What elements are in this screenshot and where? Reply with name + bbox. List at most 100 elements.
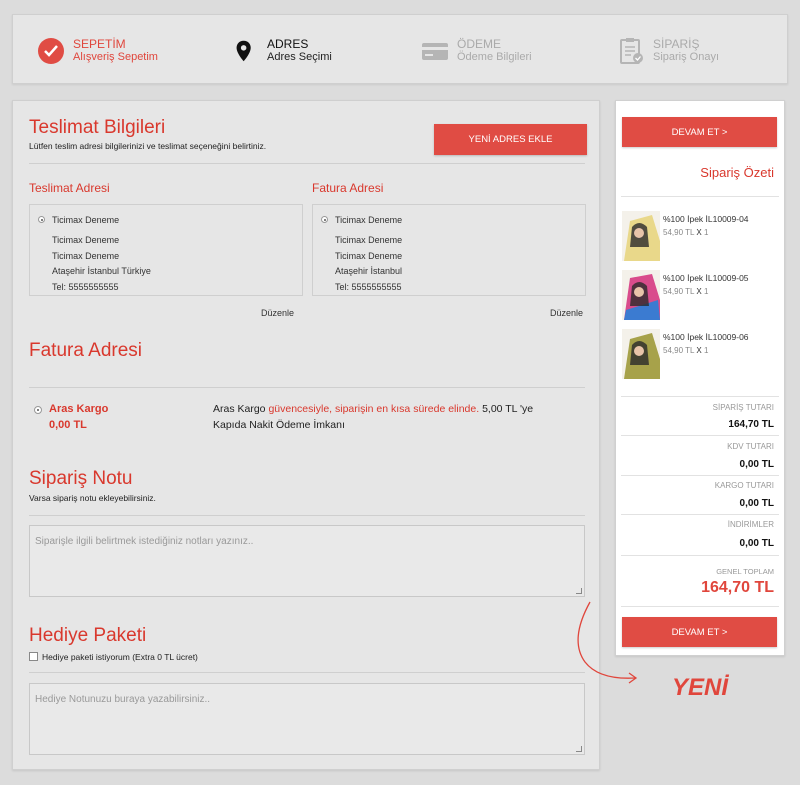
cargo-desc-price: 5,00 TL bbox=[482, 403, 518, 415]
address-phone: Tel: 5555555555 bbox=[52, 282, 119, 292]
product-image[interactable] bbox=[622, 270, 660, 320]
order-note-title: Sipariş Notu bbox=[29, 468, 133, 489]
address-line: Ticimax Deneme bbox=[52, 235, 120, 245]
order-total-value: 164,70 TL bbox=[728, 419, 774, 430]
gift-package-title: Hediye Paketi bbox=[29, 625, 147, 646]
cargo-name: Aras Kargo bbox=[49, 403, 109, 415]
address-line: Ataşehir İstanbul Türkiye bbox=[52, 266, 151, 276]
gift-checkbox-label[interactable]: Hediye paketi istiyorum (Extra 0 TL ücre… bbox=[42, 652, 198, 662]
step-title: ÖDEME bbox=[457, 37, 502, 51]
summary-product[interactable]: %100 İpek İL10009-06 54,90 TL X 1 bbox=[622, 329, 782, 381]
address-radio[interactable] bbox=[38, 216, 45, 223]
step-subtitle: Sipariş Onayı bbox=[653, 51, 720, 63]
cargo-description: Aras Kargo güvencesiyle, siparişin en kı… bbox=[213, 403, 533, 415]
address-phone: Tel: 5555555555 bbox=[335, 282, 402, 292]
order-note-textarea[interactable]: Siparişle ilgili belirtmek istediğiniz n… bbox=[29, 525, 585, 597]
step-title: SEPETİM bbox=[73, 37, 126, 51]
cargo-cod: Kapıda Nakit Ödeme İmkanı bbox=[213, 419, 345, 431]
billing-address-box[interactable]: Ticimax Deneme Ticimax Deneme Ticimax De… bbox=[312, 204, 586, 296]
product-name[interactable]: %100 İpek İL10009-05 bbox=[663, 273, 749, 283]
summary-product[interactable]: %100 İpek İL10009-04 54,90 TL X 1 bbox=[622, 211, 782, 263]
product-image[interactable] bbox=[622, 329, 660, 379]
order-summary-panel: DEVAM ET > Sipariş Özeti %100 İpek İL100… bbox=[615, 100, 785, 656]
qty-separator: X bbox=[696, 228, 702, 237]
address-line: Ticimax Deneme bbox=[52, 251, 120, 261]
product-price: 54,90 TL bbox=[663, 346, 695, 355]
address-name: Ticimax Deneme bbox=[335, 215, 403, 225]
product-qty: 1 bbox=[703, 228, 709, 237]
clipboard-check-icon bbox=[620, 38, 643, 64]
summary-product[interactable]: %100 İpek İL10009-05 54,90 TL X 1 bbox=[622, 270, 782, 322]
step-subtitle: Adres Seçimi bbox=[267, 51, 332, 63]
product-image[interactable] bbox=[622, 211, 660, 261]
product-price-qty: 54,90 TL X 1 bbox=[663, 287, 708, 296]
order-total-label: SİPARİŞ TUTARI bbox=[712, 403, 774, 412]
qty-separator: X bbox=[696, 346, 702, 355]
cargo-desc-brand: Aras Kargo bbox=[213, 403, 266, 415]
step-subtitle: Ödeme Bilgileri bbox=[457, 51, 532, 63]
new-annotation-label: YENİ bbox=[672, 674, 729, 701]
shipping-address-label: Teslimat Adresi bbox=[29, 181, 110, 195]
delivery-title: Teslimat Bilgileri bbox=[29, 117, 166, 138]
order-summary-title: Sipariş Özeti bbox=[700, 165, 774, 180]
address-name: Ticimax Deneme bbox=[52, 215, 120, 225]
grand-total-label: GENEL TOPLAM bbox=[716, 567, 774, 576]
product-price-qty: 54,90 TL X 1 bbox=[663, 228, 708, 237]
product-name[interactable]: %100 İpek İL10009-04 bbox=[663, 214, 749, 224]
discount-label: İNDİRİMLER bbox=[727, 520, 774, 529]
cargo-radio[interactable] bbox=[34, 406, 42, 414]
credit-card-icon bbox=[422, 43, 448, 60]
product-qty: 1 bbox=[703, 346, 709, 355]
cargo-desc-highlight: güvencesiyle, siparişin en kısa sürede e… bbox=[268, 403, 480, 415]
cargo-total-value: 0,00 TL bbox=[739, 498, 774, 509]
delivery-subtitle: Lütfen teslim adresi bilgilerinizi ve te… bbox=[29, 141, 267, 151]
edit-billing-link[interactable]: Düzenle bbox=[550, 308, 583, 318]
discount-value: 0,00 TL bbox=[739, 538, 774, 549]
order-note-subtitle: Varsa sipariş notu ekleyebilirsiniz. bbox=[29, 493, 156, 503]
edit-shipping-link[interactable]: Düzenle bbox=[261, 308, 294, 318]
shipping-address-box[interactable]: Ticimax Deneme Ticimax Deneme Ticimax De… bbox=[29, 204, 303, 296]
continue-button-top[interactable]: DEVAM ET > bbox=[622, 117, 777, 147]
cargo-total-label: KARGO TUTARI bbox=[714, 481, 774, 490]
cargo-section-title: Fatura Adresi bbox=[29, 340, 142, 361]
cargo-price: 0,00 TL bbox=[49, 419, 87, 431]
checkout-main-panel: Teslimat Bilgileri Lütfen teslim adresi … bbox=[12, 100, 600, 770]
gift-checkbox[interactable] bbox=[29, 652, 38, 661]
qty-separator: X bbox=[696, 287, 702, 296]
kdv-label: KDV TUTARI bbox=[727, 442, 774, 451]
gift-note-textarea[interactable]: Hediye Notunuzu buraya yazabilirsiniz.. bbox=[29, 683, 585, 755]
continue-button-bottom[interactable]: DEVAM ET > bbox=[622, 617, 777, 647]
divider bbox=[621, 555, 779, 556]
add-address-button[interactable]: YENİ ADRES EKLE bbox=[434, 124, 587, 155]
divider bbox=[29, 672, 585, 673]
billing-address-label: Fatura Adresi bbox=[312, 181, 384, 195]
product-name[interactable]: %100 İpek İL10009-06 bbox=[663, 332, 749, 342]
divider bbox=[29, 387, 585, 388]
address-radio[interactable] bbox=[321, 216, 328, 223]
divider bbox=[621, 435, 779, 436]
checkout-steps: SEPETİM Alışveriş Sepetim ADRES Adres Se… bbox=[12, 14, 788, 84]
step-title: SİPARİŞ bbox=[653, 37, 700, 51]
annotation-arrow-icon bbox=[577, 601, 638, 684]
product-qty: 1 bbox=[703, 287, 709, 296]
product-price: 54,90 TL bbox=[663, 228, 695, 237]
divider bbox=[621, 196, 779, 197]
gift-note-placeholder: Hediye Notunuzu buraya yazabilirsiniz.. bbox=[35, 694, 211, 705]
step-subtitle: Alışveriş Sepetim bbox=[73, 51, 158, 63]
resize-handle[interactable] bbox=[576, 746, 582, 752]
step-title: ADRES bbox=[267, 37, 309, 51]
resize-handle[interactable] bbox=[576, 588, 582, 594]
address-line: Ticimax Deneme bbox=[335, 235, 403, 245]
divider bbox=[621, 514, 779, 515]
divider bbox=[29, 515, 585, 516]
address-line: Ticimax Deneme bbox=[335, 251, 403, 261]
order-note-placeholder: Siparişle ilgili belirtmek istediğiniz n… bbox=[35, 536, 254, 547]
map-pin-icon bbox=[236, 40, 251, 62]
grand-total-value: 164,70 TL bbox=[701, 579, 774, 596]
address-line: Ataşehir İstanbul bbox=[335, 266, 403, 276]
kdv-value: 0,00 TL bbox=[739, 459, 774, 470]
cargo-desc-suffix: 'ye bbox=[520, 403, 534, 415]
check-circle-icon bbox=[38, 38, 64, 64]
product-price-qty: 54,90 TL X 1 bbox=[663, 346, 708, 355]
product-price: 54,90 TL bbox=[663, 287, 695, 296]
